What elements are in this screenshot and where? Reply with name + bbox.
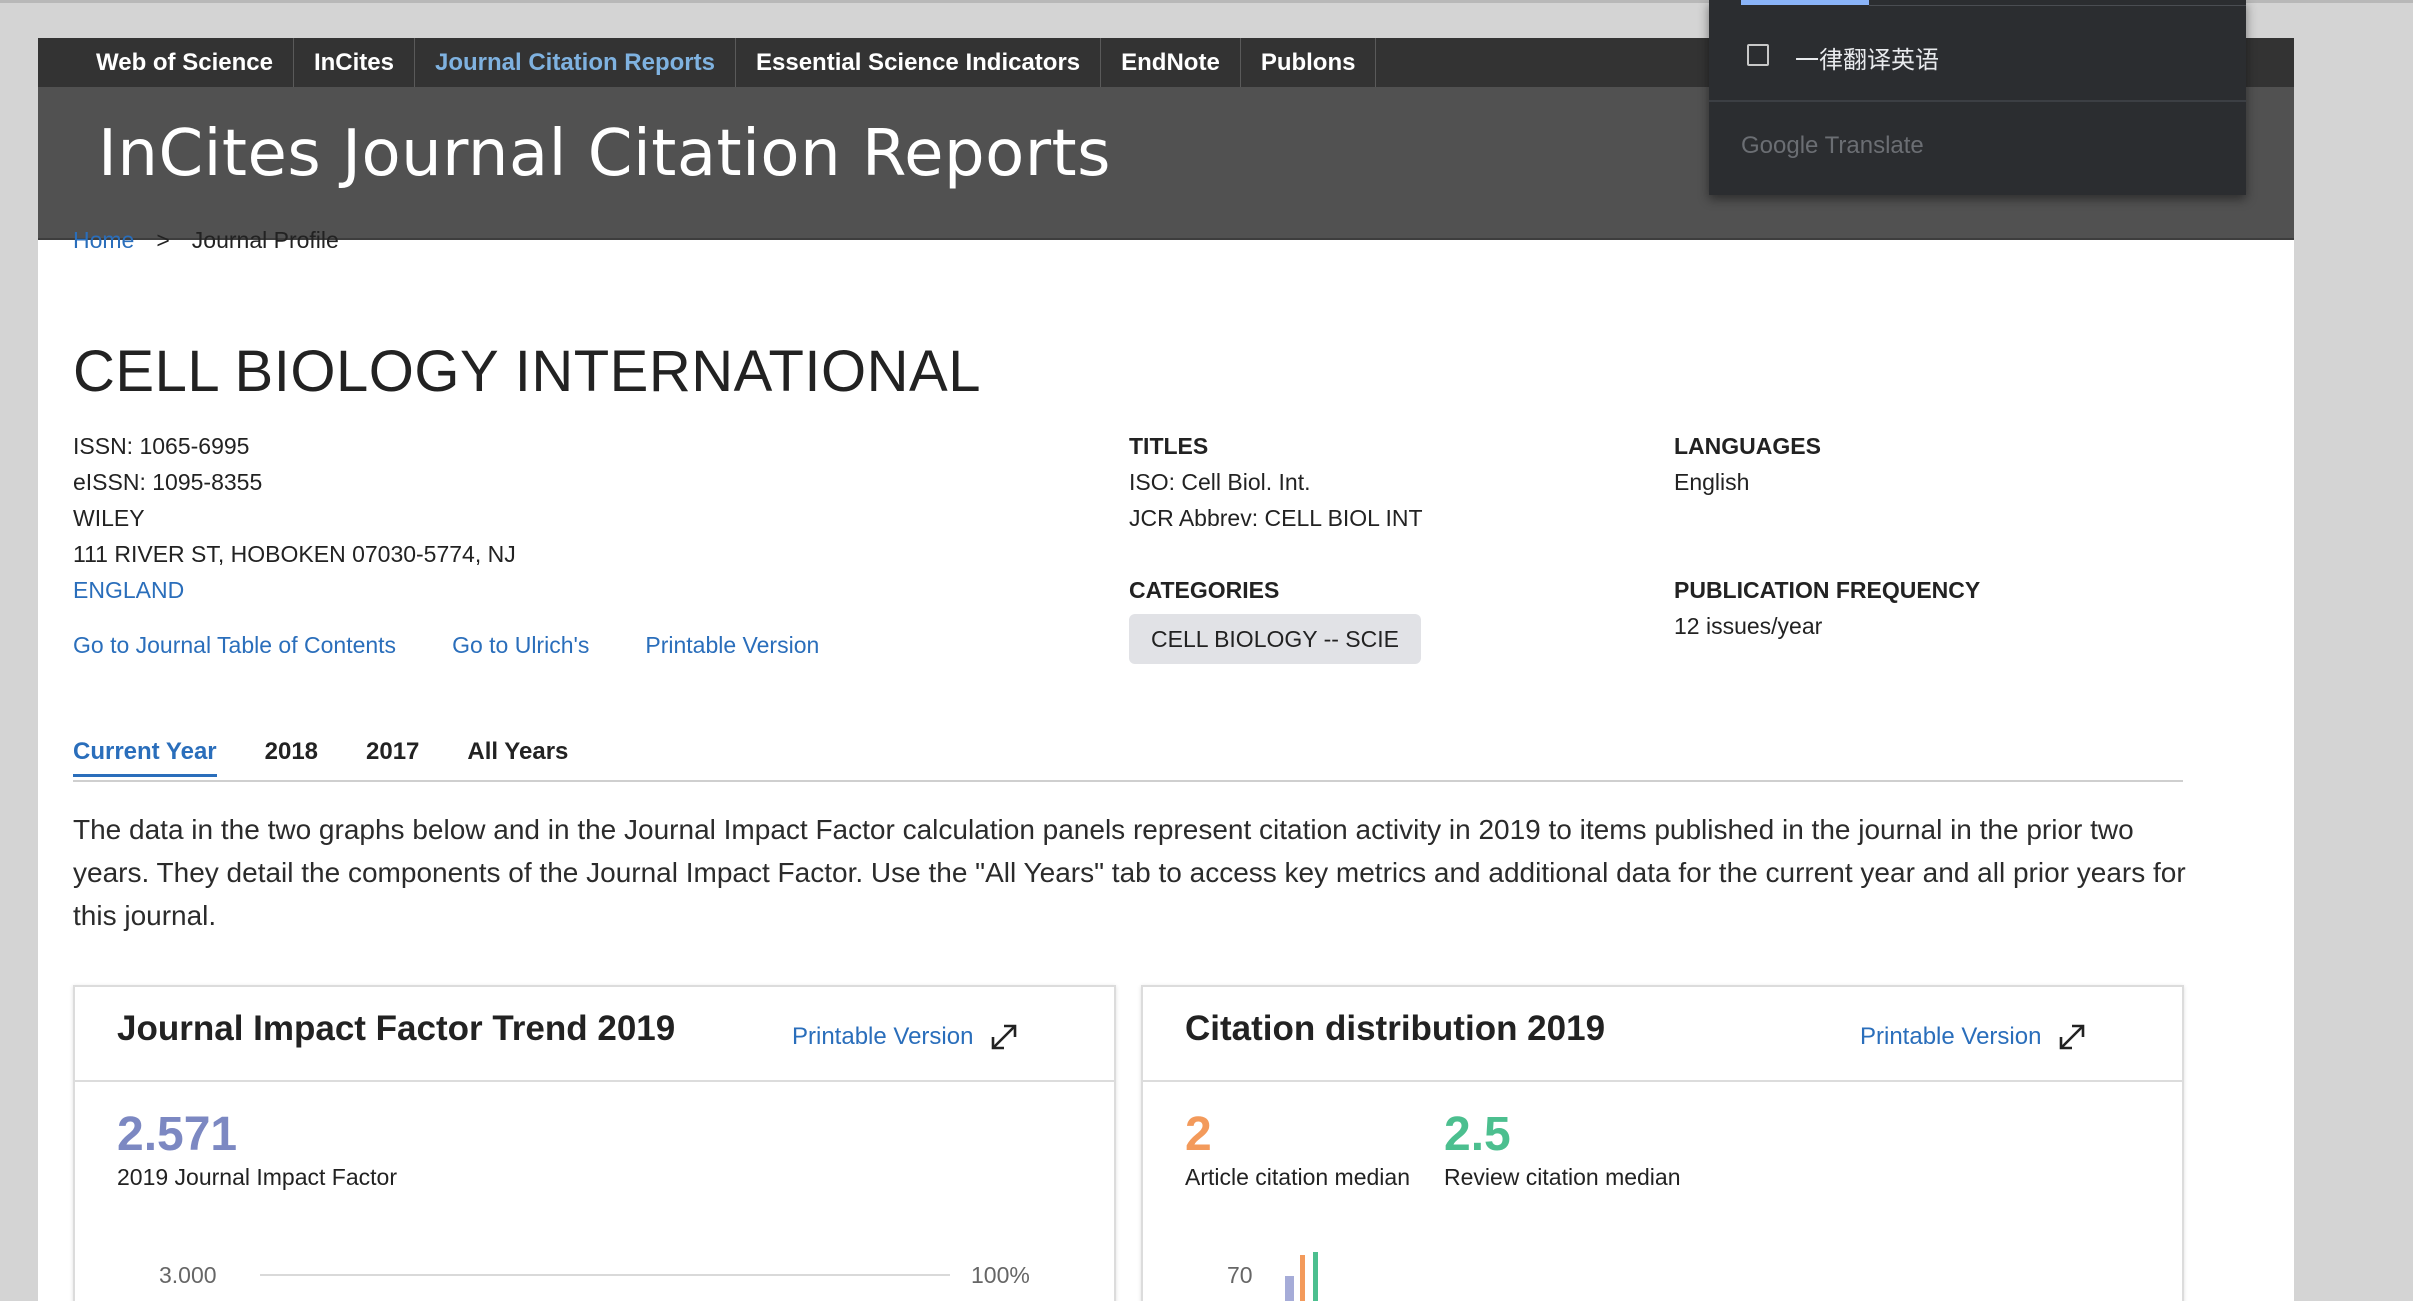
publication-frequency-label: PUBLICATION FREQUENCY [1674,577,1981,603]
year-tabs: Current Year 2018 2017 All Years [73,738,2183,782]
article-citation-median-label: Article citation median [1185,1164,1410,1190]
tab-2017[interactable]: 2017 [366,738,419,774]
publisher: WILEY [73,505,145,531]
expand-icon[interactable] [2055,1020,2089,1054]
printable-version-link[interactable]: Printable Version [645,632,819,659]
nav-web-of-science[interactable]: Web of Science [78,38,294,87]
breadcrumb-current: Journal Profile [191,227,339,253]
gt-tab-indicator [1741,0,1869,5]
nav-incites[interactable]: InCites [294,38,415,87]
gt-divider [1709,100,2246,102]
languages-label: LANGUAGES [1674,433,1821,459]
jif-card-header: Journal Impact Factor Trend 2019 Printab… [75,987,1114,1082]
eissn: eISSN: 1095-8355 [73,469,263,495]
titles-label: TITLES [1129,433,1209,459]
journal-links: Go to Journal Table of Contents Go to Ul… [73,632,819,659]
jif-axis-right-tick: 100% [971,1262,1030,1288]
breadcrumb-separator: > [156,227,170,253]
journal-toc-link[interactable]: Go to Journal Table of Contents [73,632,396,659]
always-translate-option[interactable]: 一律翻译英语 [1795,40,1939,75]
citation-bar [1285,1276,1294,1301]
gt-top-divider [1869,5,2246,6]
ulrich-link[interactable]: Go to Ulrich's [452,632,589,659]
titles-categories-column: TITLES ISO: Cell Biol. Int. JCR Abbrev: … [1129,428,1423,664]
category-chip[interactable]: CELL BIOLOGY -- SCIE [1129,614,1421,664]
jif-axis-left-tick: 3.000 [159,1262,217,1288]
always-translate-checkbox[interactable] [1747,44,1769,66]
citation-card-title: Citation distribution 2019 [1185,1009,1606,1048]
tab-current-year[interactable]: Current Year [73,738,217,777]
breadcrumb-home-link[interactable]: Home [73,227,134,254]
categories-label: CATEGORIES [1129,577,1280,603]
expand-icon[interactable] [987,1020,1021,1054]
jif-card-title: Journal Impact Factor Trend 2019 [117,1009,676,1048]
country-link[interactable]: ENGLAND [73,572,516,608]
nav-essential-science-indicators[interactable]: Essential Science Indicators [736,38,1102,87]
review-citation-median-value: 2.5 [1444,1108,1511,1161]
tab-2018[interactable]: 2018 [265,738,318,774]
citation-axis-tick: 70 [1227,1262,1253,1288]
article-citation-median-value: 2 [1185,1108,1212,1161]
publisher-address: 111 RIVER ST, HOBOKEN 07030-5774, NJ [73,541,516,567]
citation-bar [1300,1255,1305,1301]
journal-identifiers: ISSN: 1065-6995 eISSN: 1095-8355 WILEY 1… [73,428,516,608]
citation-card-header: Citation distribution 2019 Printable Ver… [1143,987,2182,1082]
jif-printable-link[interactable]: Printable Version [792,1023,973,1051]
banner-title: InCites Journal Citation Reports [98,117,1111,191]
review-citation-median-label: Review citation median [1444,1164,1681,1190]
nav-endnote[interactable]: EndNote [1101,38,1241,87]
jif-value-label: 2019 Journal Impact Factor [117,1164,397,1190]
nav-journal-citation-reports[interactable]: Journal Citation Reports [415,38,736,87]
breadcrumb: Home > Journal Profile [73,227,339,254]
nav-publons[interactable]: Publons [1241,38,1377,87]
iso-title: ISO: Cell Biol. Int. [1129,469,1311,495]
jif-value: 2.571 [117,1108,238,1161]
languages-frequency-column: LANGUAGES English PUBLICATION FREQUENCY … [1674,428,1980,644]
google-translate-popup: 一律翻译英语 Google Translate [1709,0,2246,195]
google-translate-brand: Google Translate [1741,132,1924,159]
publication-frequency-value: 12 issues/year [1674,613,1823,639]
citation-distribution-card: Citation distribution 2019 Printable Ver… [1141,985,2184,1301]
languages-value: English [1674,469,1750,495]
jif-trend-card: Journal Impact Factor Trend 2019 Printab… [73,985,1116,1301]
jif-gridline [260,1274,950,1276]
tab-all-years[interactable]: All Years [467,738,568,774]
jcr-abbrev: JCR Abbrev: CELL BIOL INT [1129,505,1423,531]
journal-title: CELL BIOLOGY INTERNATIONAL [73,339,981,404]
citation-printable-link[interactable]: Printable Version [1860,1023,2041,1051]
data-description: The data in the two graphs below and in … [73,814,2186,931]
issn: ISSN: 1065-6995 [73,433,250,459]
citation-bar [1313,1252,1318,1301]
